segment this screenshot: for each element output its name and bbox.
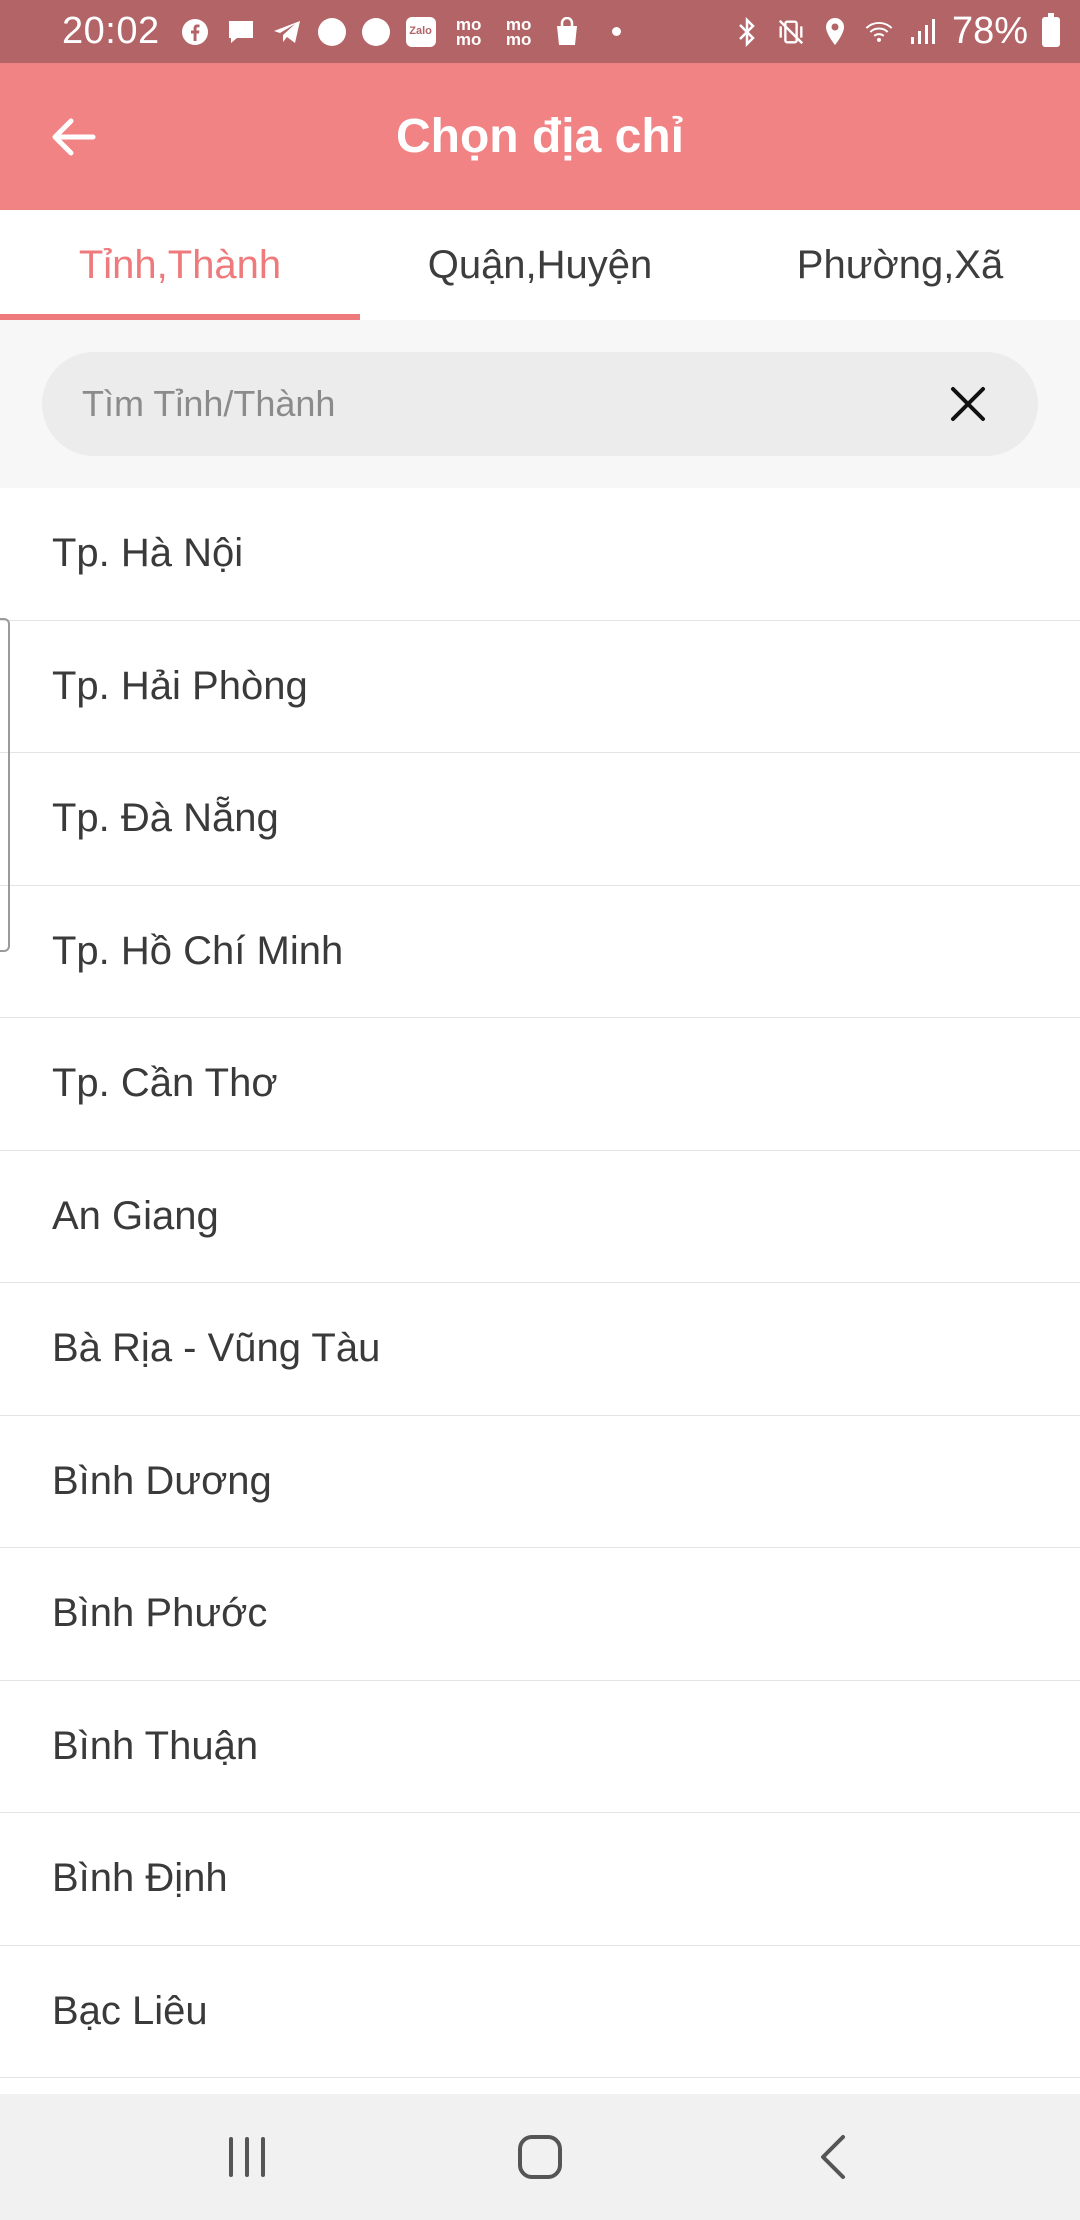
list-item[interactable]: Tp. Đà Nẵng bbox=[0, 753, 1080, 886]
system-nav-bar bbox=[0, 2094, 1080, 2220]
profile-icon bbox=[361, 17, 390, 46]
nav-back-button[interactable] bbox=[773, 2107, 893, 2207]
address-level-tabs: Tỉnh,Thành Quận,Huyện Phường,Xã bbox=[0, 210, 1080, 320]
app-bar: Chọn địa chỉ bbox=[0, 63, 1080, 210]
list-item[interactable]: An Giang bbox=[0, 1150, 1080, 1283]
list-item[interactable]: Tp. Hà Nội bbox=[0, 488, 1080, 621]
list-item[interactable]: Tp. Hồ Chí Minh bbox=[0, 885, 1080, 1018]
telegram-icon bbox=[272, 17, 302, 47]
search-box bbox=[42, 352, 1038, 456]
momo-icon: mo mo bbox=[505, 14, 532, 49]
notification-icons: Zalo mo mo mo mo bbox=[180, 14, 635, 49]
battery-percentage: 78% bbox=[951, 10, 1028, 52]
page-title: Chọn địa chỉ bbox=[396, 110, 684, 163]
tab-ward[interactable]: Phường,Xã bbox=[720, 210, 1080, 320]
status-time: 20:02 bbox=[62, 10, 160, 52]
search-input[interactable] bbox=[82, 352, 902, 456]
screen: 20:02 Zalo mo mo mo mo 78% Chọn địa chỉ … bbox=[0, 0, 1080, 2220]
recent-apps-icon bbox=[228, 2137, 265, 2177]
search-area bbox=[0, 320, 1080, 488]
signal-icon bbox=[908, 17, 938, 47]
list-item[interactable]: Bình Định bbox=[0, 1813, 1080, 1946]
province-list: Tp. Hà Nội Tp. Hải Phòng Tp. Đà Nẵng Tp.… bbox=[0, 488, 1080, 2078]
battery-icon bbox=[1042, 12, 1060, 47]
list-item[interactable]: Tp. Cần Thơ bbox=[0, 1018, 1080, 1151]
close-icon bbox=[951, 387, 985, 421]
momo-icon: mo mo bbox=[455, 14, 482, 49]
profile-icon bbox=[317, 17, 346, 46]
shopping-bag-icon bbox=[552, 16, 582, 47]
facebook-icon bbox=[180, 17, 210, 47]
tab-district[interactable]: Quận,Huyện bbox=[360, 210, 720, 320]
messenger-icon bbox=[226, 17, 256, 47]
list-item[interactable]: Bà Rịa - Vũng Tàu bbox=[0, 1283, 1080, 1416]
clear-search-button[interactable] bbox=[938, 374, 998, 434]
wifi-icon bbox=[864, 17, 894, 47]
bluetooth-icon bbox=[732, 16, 762, 47]
list-item[interactable]: Bình Thuận bbox=[0, 1680, 1080, 1813]
recent-apps-button[interactable] bbox=[187, 2107, 307, 2207]
vibrate-icon bbox=[776, 17, 806, 47]
location-icon bbox=[820, 17, 850, 47]
list-item[interactable]: Bình Phước bbox=[0, 1548, 1080, 1681]
zalo-icon: Zalo bbox=[405, 16, 436, 47]
list-item[interactable]: Bình Dương bbox=[0, 1415, 1080, 1548]
tab-province[interactable]: Tỉnh,Thành bbox=[0, 210, 360, 320]
status-bar: 20:02 Zalo mo mo mo mo 78% bbox=[0, 0, 1080, 63]
list-item[interactable]: Tp. Hải Phòng bbox=[0, 620, 1080, 753]
back-icon bbox=[821, 2135, 846, 2179]
dot-icon bbox=[611, 27, 621, 36]
home-icon bbox=[517, 2135, 562, 2179]
system-icons: 78% bbox=[732, 10, 1060, 53]
edge-panel-handle[interactable] bbox=[0, 618, 10, 952]
list-item[interactable]: Bạc Liêu bbox=[0, 1945, 1080, 2078]
home-button[interactable] bbox=[480, 2107, 600, 2207]
